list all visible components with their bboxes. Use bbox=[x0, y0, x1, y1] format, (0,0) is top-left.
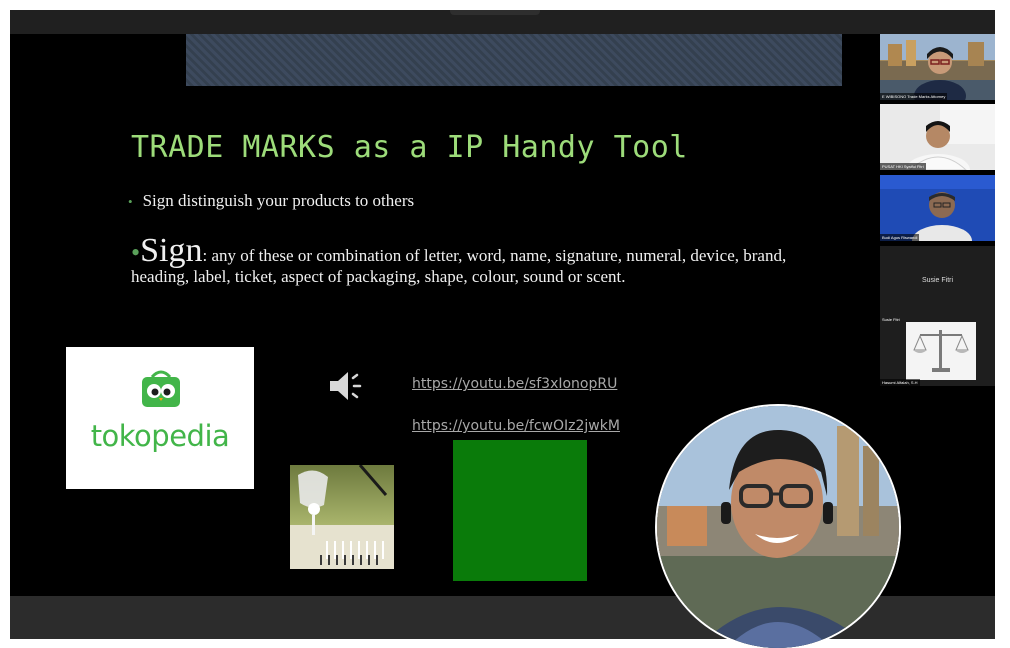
participant-name-placeholder: Susie Fitri bbox=[921, 277, 954, 284]
participant-tile[interactable]: Susie Fitri Hasumi Alfalah, S.H bbox=[880, 316, 995, 386]
speaker-video bbox=[657, 406, 899, 648]
participant-name: PUSAT HKI Syaiful Fitri bbox=[880, 163, 926, 170]
participant-video bbox=[880, 104, 995, 170]
participant-name: Hasumi Alfalah, S.H bbox=[880, 379, 920, 386]
participant-tile[interactable]: Susie Fitri bbox=[880, 246, 995, 316]
participant-tile[interactable]: PUSAT HKI Syaiful Fitri bbox=[880, 104, 995, 170]
owl-bag-icon bbox=[142, 370, 180, 407]
bullet-term: Sign bbox=[140, 232, 203, 269]
youtube-link-1[interactable]: https://youtu.be/sf3xIonopRU bbox=[412, 376, 617, 392]
bullet-marker: • bbox=[128, 194, 133, 209]
bullet-point: • Sign distinguish your products to other… bbox=[128, 191, 414, 211]
participant-name: Budi Agus Riswandi bbox=[880, 234, 920, 241]
green-media-placeholder[interactable] bbox=[453, 440, 587, 581]
speaker-icon[interactable] bbox=[328, 369, 368, 403]
bullet-definition: : any of these or combination of letter,… bbox=[131, 246, 787, 286]
window-top-bar bbox=[10, 10, 995, 34]
bullet-text: Sign distinguish your products to others bbox=[142, 191, 415, 210]
slide-title: TRADE MARKS as a IP Handy Tool bbox=[131, 130, 688, 165]
bullet-point-sign: •Sign: any of these or combination of le… bbox=[131, 234, 843, 287]
participant-tile[interactable]: Budi Agus Riswandi bbox=[880, 175, 995, 241]
slide-banner bbox=[186, 34, 842, 86]
bullet-marker: • bbox=[131, 238, 141, 267]
participant-name: E WIBISONO Trade Marks Attorney bbox=[880, 93, 948, 100]
participant-video bbox=[880, 34, 995, 100]
participant-tile[interactable]: E WIBISONO Trade Marks Attorney bbox=[880, 34, 995, 100]
self-view-video[interactable] bbox=[657, 406, 899, 648]
youtube-link-2[interactable]: https://youtu.be/fcwOIz2jwkM bbox=[412, 418, 620, 434]
window-notch bbox=[450, 10, 540, 15]
participant-video bbox=[880, 175, 995, 241]
scales-of-justice-image bbox=[906, 322, 976, 380]
golf-tees-image bbox=[290, 465, 394, 569]
logo-wordmark: tokopedia bbox=[90, 419, 230, 453]
tokopedia-logo: tokopedia bbox=[66, 347, 254, 489]
